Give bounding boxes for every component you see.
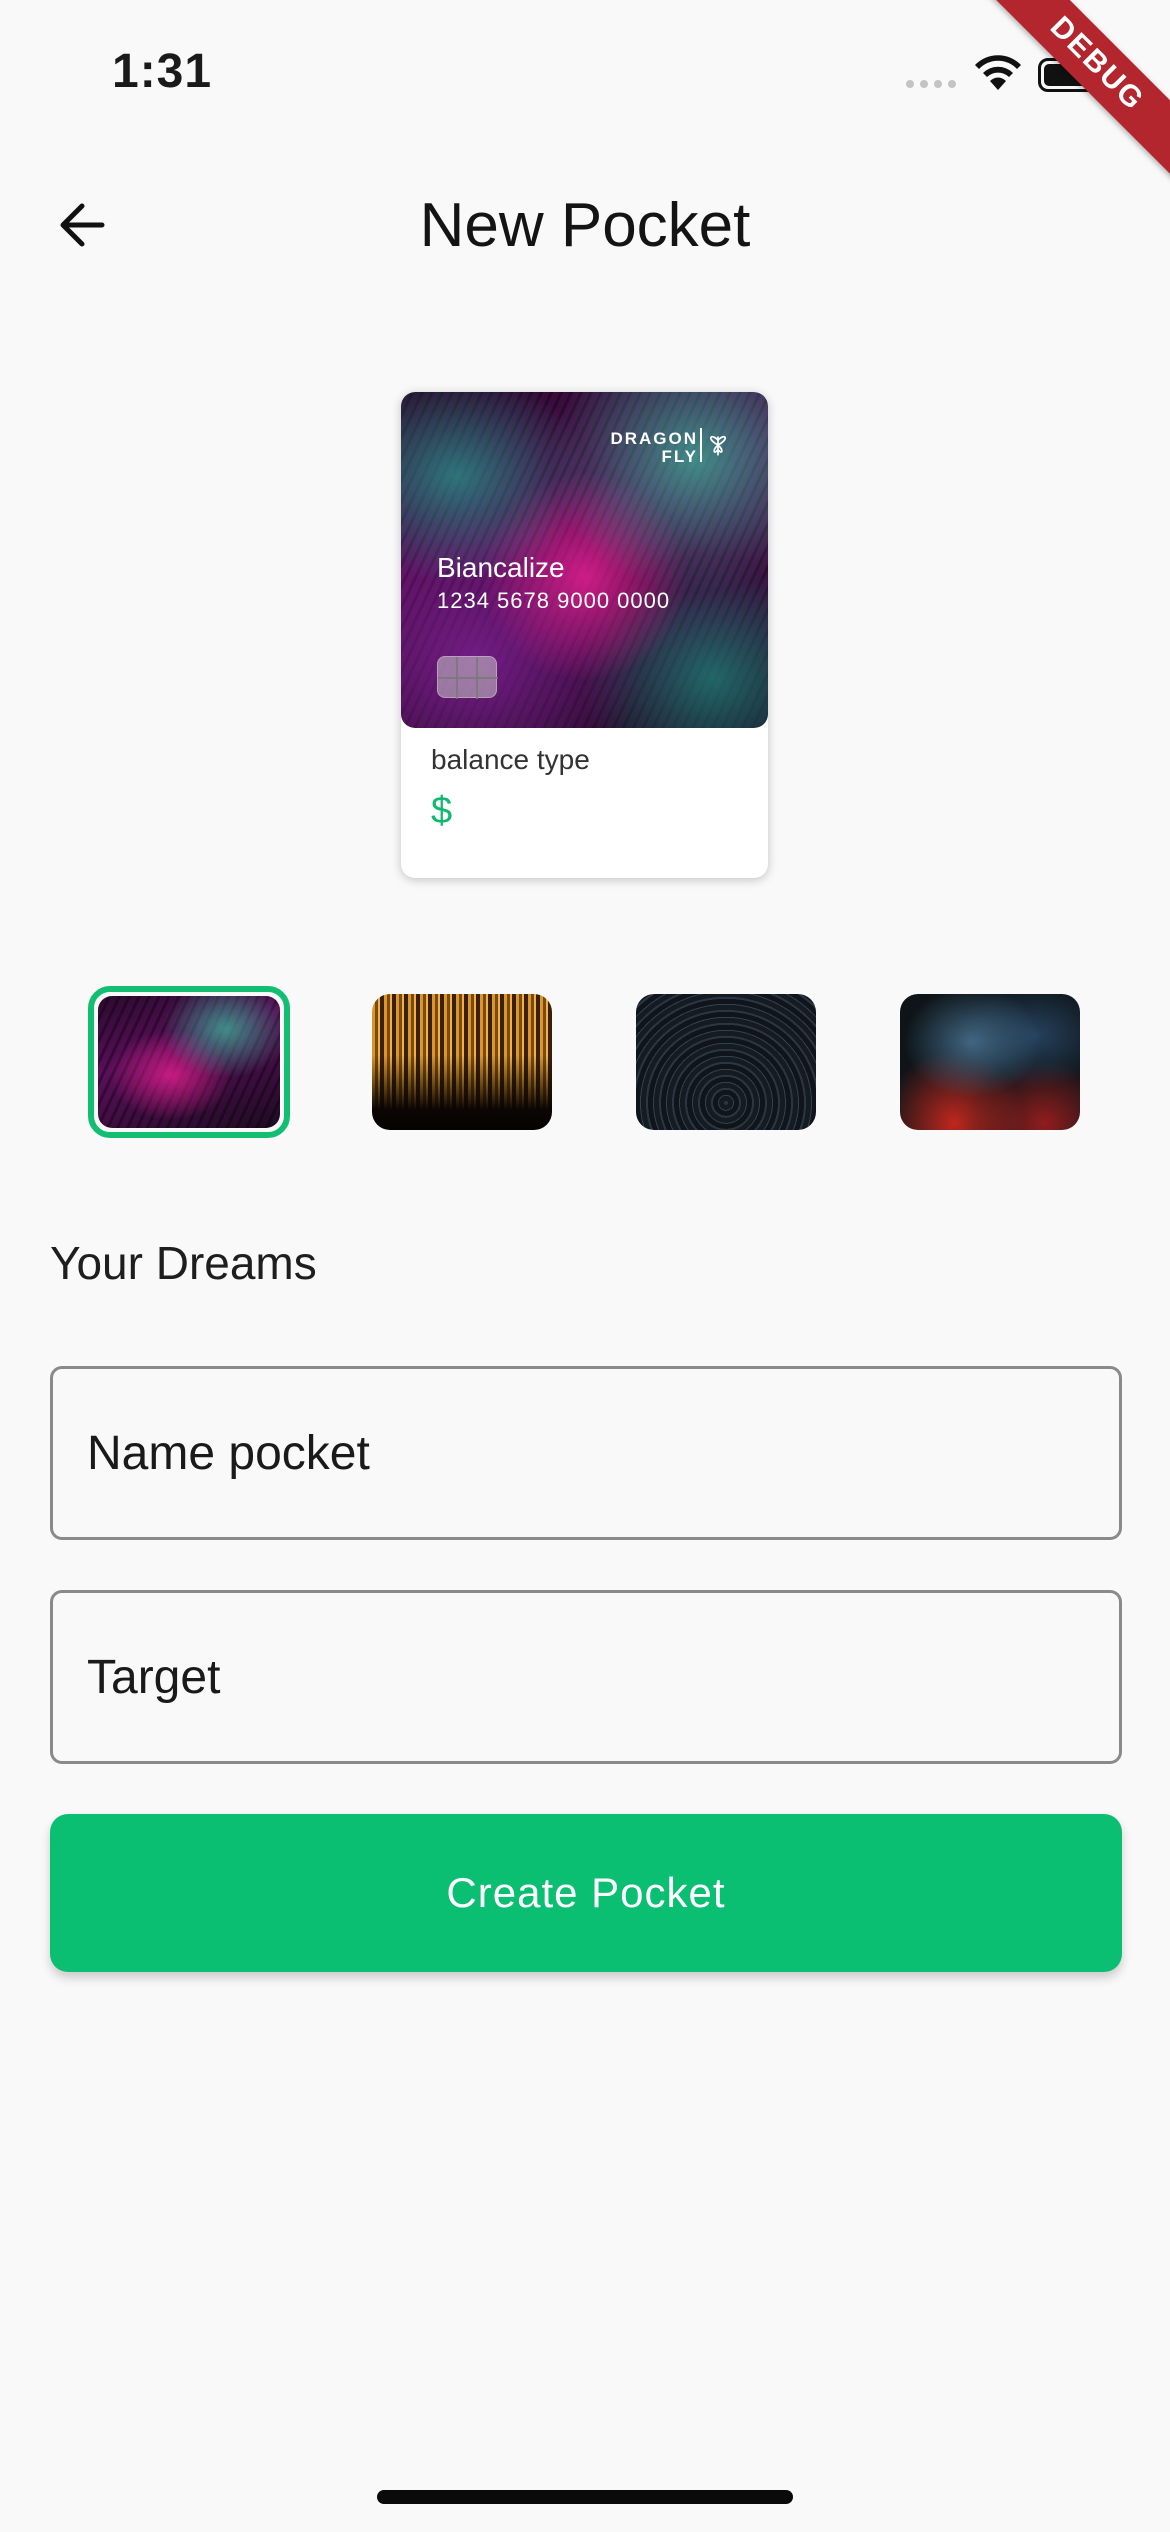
card-design-option-4[interactable]	[900, 994, 1080, 1130]
home-indicator	[377, 2490, 793, 2504]
card-chip-icon	[437, 656, 498, 699]
status-bar: 1:31	[0, 0, 1170, 150]
card-brand-logo-text: DRAGON FLY	[610, 429, 698, 466]
card-artwork: DRAGON FLY Biancalize 1234 5678 9000 000…	[401, 392, 768, 728]
target-input[interactable]	[50, 1590, 1122, 1764]
status-time: 1:31	[112, 45, 213, 98]
name-pocket-input[interactable]	[50, 1366, 1122, 1540]
balance-type-label: balance type	[431, 744, 590, 775]
card-design-option-1[interactable]	[88, 986, 290, 1138]
create-pocket-button[interactable]: Create Pocket	[50, 1814, 1122, 1972]
section-title: Your Dreams	[50, 1237, 317, 1289]
card-preview: DRAGON FLY Biancalize 1234 5678 9000 000…	[401, 392, 768, 878]
screen: 1:31 DEBUG New Pocket DRAGON FLY Biancal…	[0, 0, 1170, 2532]
card-number: 1234 5678 9000 0000	[437, 588, 671, 613]
card-holder-name: Biancalize	[437, 552, 565, 583]
card-design-option-2[interactable]	[372, 994, 552, 1130]
dragonfly-logo-icon	[700, 428, 726, 462]
page-title: New Pocket	[419, 191, 751, 260]
card-design-option-3[interactable]	[636, 994, 816, 1130]
signal-icon	[906, 80, 956, 88]
wifi-icon	[975, 55, 1021, 90]
currency-symbol: $	[431, 790, 453, 832]
